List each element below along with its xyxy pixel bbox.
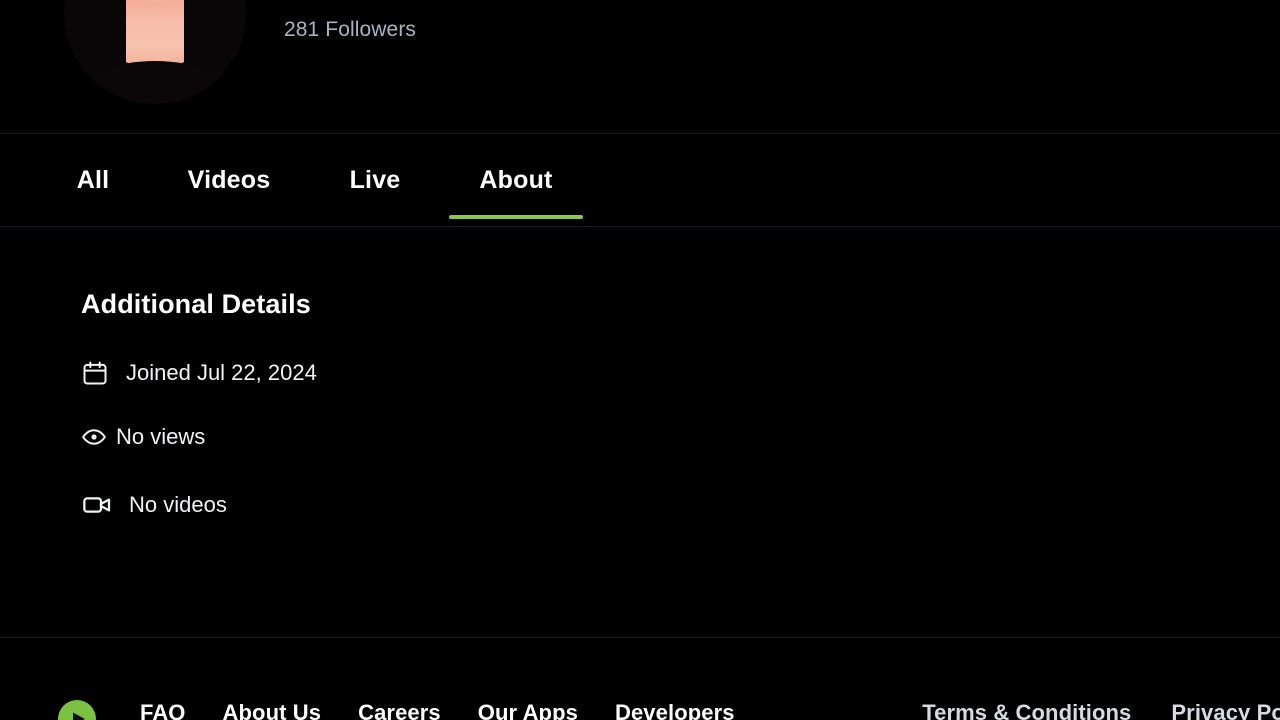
footer-link-developers[interactable]: Developers (615, 700, 735, 720)
footer-links-primary: FAQ About Us Careers Our Apps Developers (140, 700, 735, 720)
detail-row-joined: Joined Jul 22, 2024 (81, 359, 317, 387)
footer-links-legal: Terms & Conditions Privacy Policy (922, 700, 1280, 720)
detail-label-views: No views (116, 424, 206, 449)
channel-about-page: 281 Followers All Videos Live About Addi… (0, 0, 1280, 720)
about-panel: Additional Details Joined Jul 22, 2024 N… (0, 227, 1280, 637)
tab-live[interactable]: Live (345, 134, 405, 226)
follower-count: 281 Followers (284, 18, 417, 41)
footer-link-careers[interactable]: Careers (358, 700, 441, 720)
brand-logo-icon[interactable] (58, 700, 96, 720)
tab-live-label: Live (349, 165, 401, 194)
footer-link-terms[interactable]: Terms & Conditions (922, 700, 1131, 720)
tab-videos-label: Videos (187, 165, 271, 194)
tab-about[interactable]: About (449, 134, 583, 226)
video-camera-icon (81, 489, 113, 521)
calendar-icon (81, 359, 109, 387)
tab-active-underline (449, 215, 583, 219)
avatar[interactable] (64, 0, 246, 104)
detail-row-views: No views (81, 424, 205, 450)
tab-videos[interactable]: Videos (178, 134, 280, 226)
footer-link-privacy[interactable]: Privacy Policy (1171, 700, 1280, 720)
channel-header: 281 Followers (0, 0, 1280, 133)
channel-tabbar: All Videos Live About (0, 134, 1280, 226)
footer-link-our-apps[interactable]: Our Apps (478, 700, 578, 720)
footer-link-faq[interactable]: FAQ (140, 700, 186, 720)
detail-row-videos: No videos (81, 489, 227, 521)
detail-label-joined: Joined Jul 22, 2024 (126, 360, 317, 385)
site-footer: FAQ About Us Careers Our Apps Developers… (0, 638, 1280, 720)
tab-all-label: All (76, 165, 110, 194)
eye-icon (81, 424, 107, 450)
detail-label-videos: No videos (129, 492, 227, 517)
tab-about-label: About (479, 165, 553, 194)
footer-link-about-us[interactable]: About Us (223, 700, 322, 720)
section-title-additional-details: Additional Details (81, 289, 311, 319)
tab-all[interactable]: All (75, 134, 111, 226)
